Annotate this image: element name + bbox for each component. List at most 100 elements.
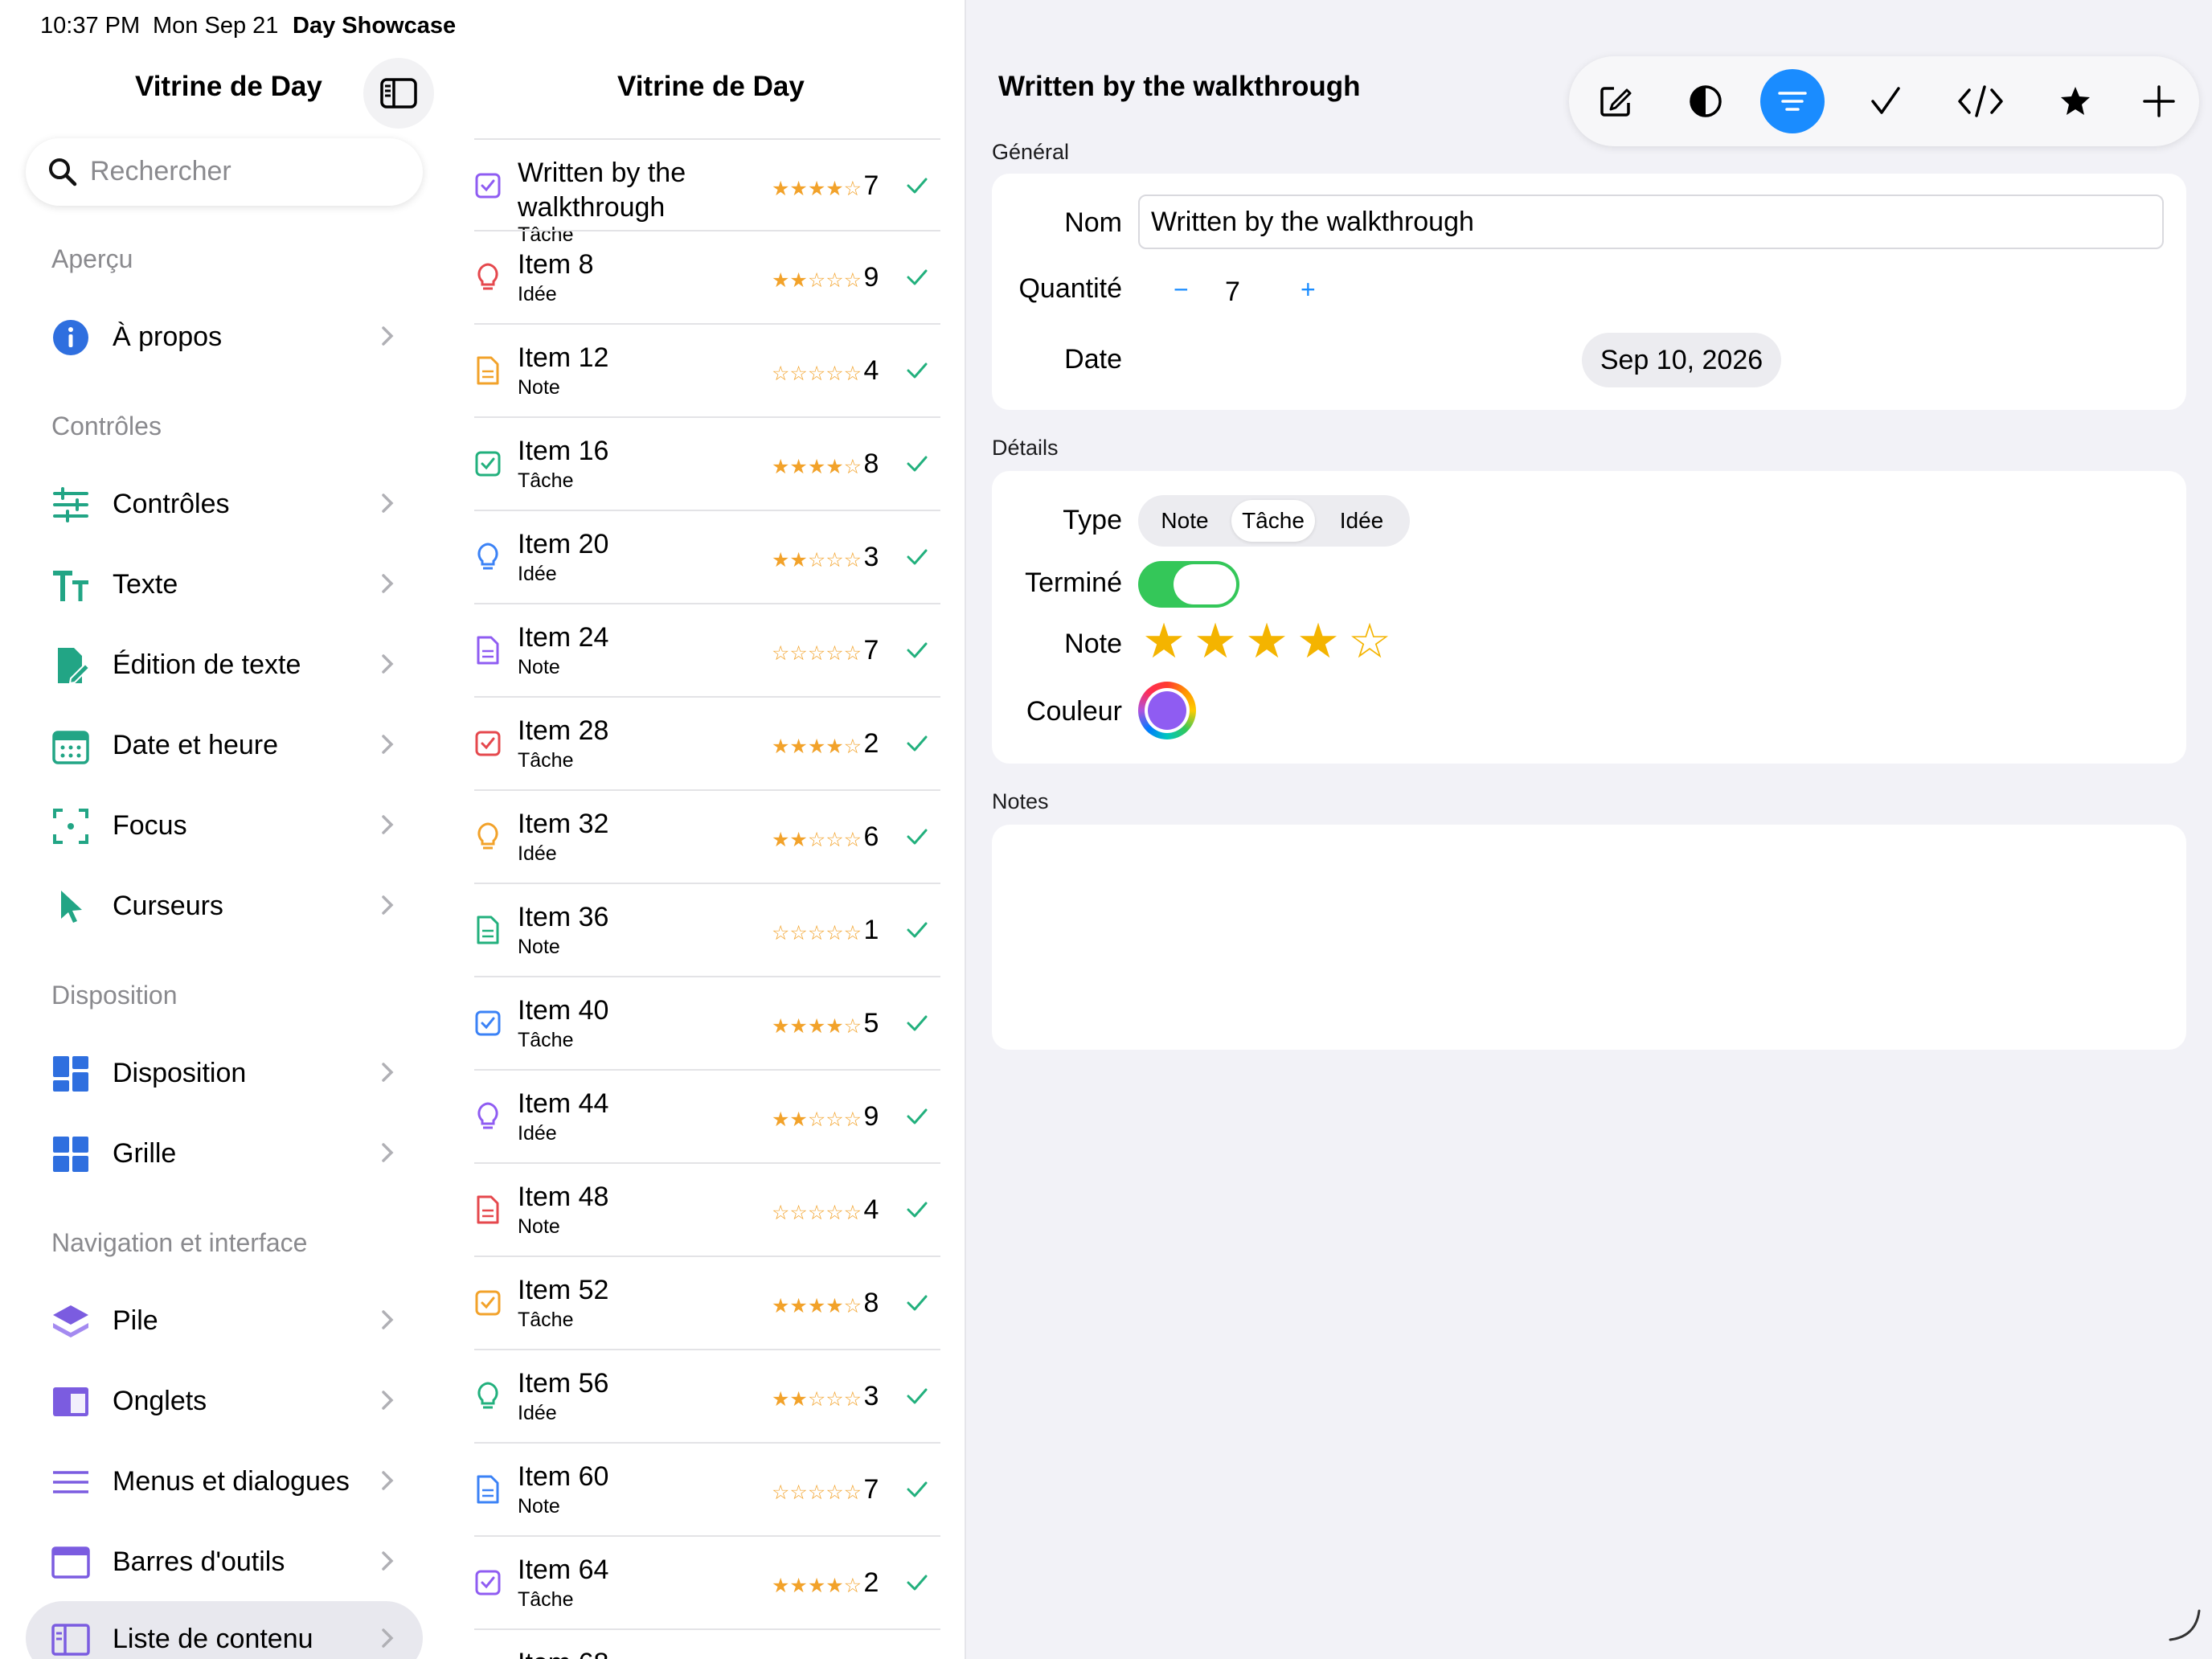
segment-tache[interactable]: Tâche bbox=[1231, 500, 1315, 542]
rating-star[interactable]: ★ bbox=[1190, 616, 1241, 667]
list-row[interactable]: Item 56 Idée ★★☆☆☆ 3 bbox=[474, 1349, 940, 1442]
list-row-rating: ★★☆☆☆ bbox=[772, 1388, 862, 1411]
calendar-icon bbox=[52, 731, 89, 764]
list-row-kind: Tâche bbox=[518, 1029, 574, 1051]
sidebar-toggle-button[interactable] bbox=[363, 58, 434, 129]
sidebar-item-controles[interactable]: Contrôles bbox=[26, 466, 423, 540]
sidebar-item-curseurs[interactable]: Curseurs bbox=[26, 868, 423, 942]
sidebar-item-label: Focus bbox=[113, 810, 187, 841]
list-row-count: 4 bbox=[863, 1194, 879, 1225]
list-row[interactable]: Item 16 Tâche ★★★★☆ 8 bbox=[474, 416, 940, 510]
plus-icon bbox=[2143, 85, 2175, 117]
segment-idee[interactable]: Idée bbox=[1320, 500, 1403, 542]
list-row-count: 8 bbox=[863, 449, 879, 479]
list-row-count: 7 bbox=[863, 1474, 879, 1505]
sidebar-item-menus-et-dialogues[interactable]: Menus et dialogues bbox=[26, 1444, 423, 1518]
color-picker-button[interactable] bbox=[1138, 682, 1196, 739]
sidebar-item-liste-de-contenu[interactable]: Liste de contenu bbox=[26, 1601, 423, 1659]
list-row-title: Item 40 bbox=[518, 995, 609, 1026]
list-row-rating: ★★☆☆☆ bbox=[772, 549, 862, 571]
quantity-label: Quantité bbox=[1018, 273, 1122, 304]
list-row[interactable]: Item 48 Note ☆☆☆☆☆ 4 bbox=[474, 1162, 940, 1256]
list-row-count: 2 bbox=[863, 728, 879, 759]
name-field[interactable] bbox=[1138, 195, 2164, 249]
status-time: 10:37 PM bbox=[40, 13, 141, 39]
notes-text-area[interactable] bbox=[992, 825, 2186, 1050]
checkmark-icon bbox=[907, 642, 928, 658]
sidebar-item-onglets[interactable]: Onglets bbox=[26, 1363, 423, 1437]
chevron-right-icon bbox=[382, 1628, 394, 1648]
sidebar-item-label: À propos bbox=[113, 322, 223, 352]
list-row[interactable]: Item 68 bbox=[474, 1628, 940, 1659]
sidebar-item-label: Barres d'outils bbox=[113, 1546, 285, 1577]
list-title: Vitrine de Day bbox=[617, 71, 805, 102]
sidebar-item-pile[interactable]: Pile bbox=[26, 1283, 423, 1357]
sidebar-item-label: Onglets bbox=[113, 1386, 207, 1416]
list-row-rating: ★★★★☆ bbox=[772, 1575, 862, 1597]
list-row[interactable]: Written by the walkthrough Tâche ★★★★☆ 7 bbox=[474, 138, 940, 246]
sidebar-item-disposition[interactable]: Disposition bbox=[26, 1035, 423, 1109]
done-toggle[interactable] bbox=[1138, 561, 1239, 608]
rating-star[interactable]: ★ bbox=[1241, 616, 1292, 667]
add-button[interactable] bbox=[2127, 72, 2191, 130]
sidebar-item-texte[interactable]: Texte bbox=[26, 547, 423, 621]
favorite-button[interactable] bbox=[2043, 72, 2108, 130]
note-document-icon bbox=[477, 636, 499, 665]
list-row[interactable]: Item 64 Tâche ★★★★☆ 2 bbox=[474, 1535, 940, 1628]
checkmark-icon bbox=[907, 922, 928, 938]
compose-button[interactable] bbox=[1583, 72, 1648, 130]
list-row[interactable]: Item 32 Idée ★★☆☆☆ 6 bbox=[474, 789, 940, 883]
task-checkbox-icon bbox=[475, 173, 501, 199]
sidebar-item-grille[interactable]: Grille bbox=[26, 1116, 423, 1190]
list-row[interactable]: Item 12 Note ☆☆☆☆☆ 4 bbox=[474, 323, 940, 416]
sidebar-item-focus[interactable]: Focus bbox=[26, 788, 423, 862]
list-row[interactable]: Item 24 Note ☆☆☆☆☆ 7 bbox=[474, 603, 940, 696]
list-row-title: Item 32 bbox=[518, 809, 609, 839]
list-row-count: 1 bbox=[863, 915, 879, 945]
sidebar-item-label: Disposition bbox=[113, 1058, 247, 1088]
code-icon bbox=[1958, 85, 2003, 117]
list-row[interactable]: Item 44 Idée ★★☆☆☆ 9 bbox=[474, 1069, 940, 1162]
checkmark-icon bbox=[907, 549, 928, 565]
list-row[interactable]: Item 40 Tâche ★★★★☆ 5 bbox=[474, 976, 940, 1069]
quantity-decrement-button[interactable]: − bbox=[1174, 275, 1189, 305]
list-row[interactable]: Item 20 Idée ★★☆☆☆ 3 bbox=[474, 510, 940, 603]
appearance-button[interactable] bbox=[1673, 72, 1738, 130]
list-row[interactable]: Item 8 Idée ★★☆☆☆ 9 bbox=[474, 230, 940, 323]
color-swatch bbox=[1148, 691, 1186, 730]
quantity-increment-button[interactable]: + bbox=[1301, 275, 1316, 305]
rating-star[interactable]: ★ bbox=[1138, 616, 1190, 667]
list-row[interactable]: Item 28 Tâche ★★★★☆ 2 bbox=[474, 696, 940, 789]
sidebar-item-label: Texte bbox=[113, 569, 178, 600]
done-button[interactable] bbox=[1854, 72, 1918, 130]
tabs-icon bbox=[53, 1387, 88, 1416]
segment-note[interactable]: Note bbox=[1143, 500, 1227, 542]
search-field[interactable]: Rechercher bbox=[26, 138, 423, 206]
chevron-right-icon bbox=[382, 815, 394, 834]
filter-button[interactable] bbox=[1760, 69, 1825, 133]
resize-handle-icon[interactable] bbox=[2164, 1604, 2204, 1645]
chevron-right-icon bbox=[382, 1471, 394, 1490]
list-row-count: 3 bbox=[863, 1381, 879, 1411]
sidebar-item-date-et-heure[interactable]: Date et heure bbox=[26, 707, 423, 781]
list-row-rating: ★★★★☆ bbox=[772, 1015, 862, 1038]
sidebar-item-a-propos[interactable]: À propos bbox=[26, 299, 423, 373]
list-row-title: Item 20 bbox=[518, 529, 609, 559]
list-row-count: 7 bbox=[863, 635, 879, 666]
checkmark-icon bbox=[1871, 87, 1900, 114]
date-picker-button[interactable]: Sep 10, 2026 bbox=[1582, 333, 1781, 387]
list-row[interactable]: Item 60 Note ☆☆☆☆☆ 7 bbox=[474, 1442, 940, 1535]
list-row[interactable]: Item 36 Note ☆☆☆☆☆ 1 bbox=[474, 883, 940, 976]
code-button[interactable] bbox=[1948, 72, 2013, 130]
rating-star[interactable]: ★ bbox=[1292, 616, 1344, 667]
sidebar-item-barres-d-outils[interactable]: Barres d'outils bbox=[26, 1524, 423, 1598]
checkmark-icon bbox=[907, 178, 928, 194]
checkmark-icon bbox=[907, 1481, 928, 1497]
section-header-notes: Notes bbox=[992, 789, 1049, 813]
rating-star[interactable]: ☆ bbox=[1344, 616, 1395, 667]
list-row-rating: ★★☆☆☆ bbox=[772, 1108, 862, 1131]
detail-title: Written by the walkthrough bbox=[998, 71, 1361, 102]
list-row[interactable]: Item 52 Tâche ★★★★☆ 8 bbox=[474, 1256, 940, 1349]
sidebar-item-edition-de-texte[interactable]: Édition de texte bbox=[26, 627, 423, 701]
chevron-right-icon bbox=[382, 1391, 394, 1410]
